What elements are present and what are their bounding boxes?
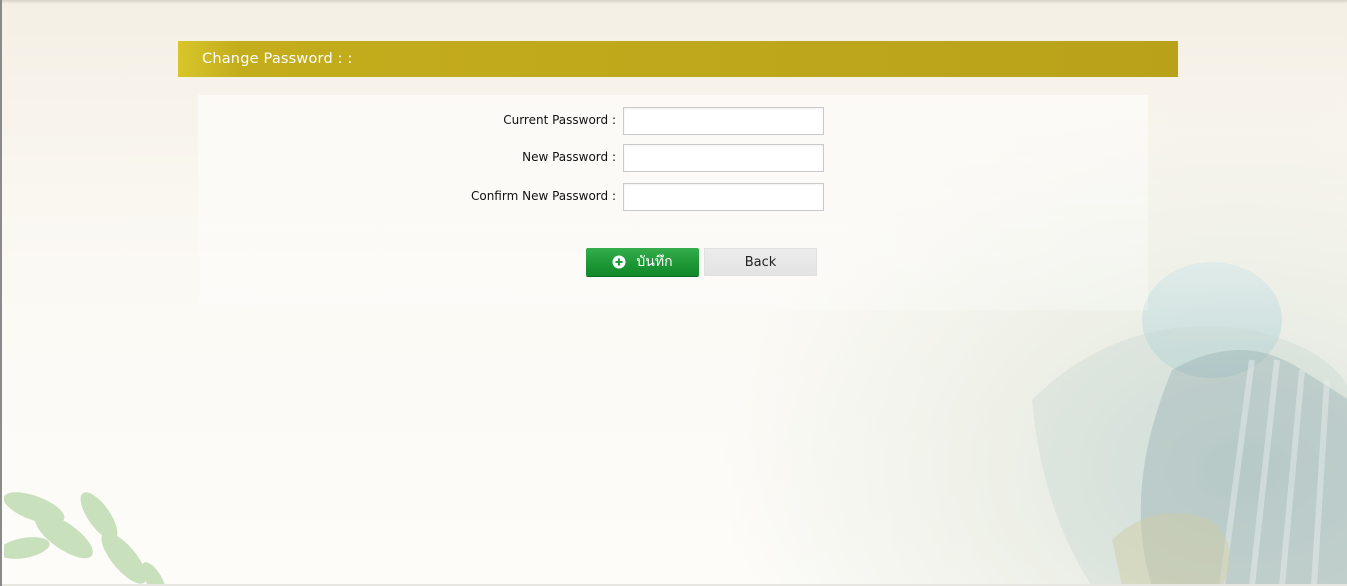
confirm-new-password-input[interactable] — [623, 183, 824, 211]
new-password-label: New Password : — [522, 150, 616, 164]
page-background: Change Password : : Current Password : N… — [0, 0, 1347, 586]
confirm-new-password-row: Confirm New Password : — [402, 183, 832, 211]
save-button[interactable]: บันทึก — [586, 248, 699, 276]
current-password-row: Current Password : — [402, 107, 832, 135]
top-border — [2, 0, 1347, 3]
new-password-row: New Password : — [402, 144, 832, 172]
new-password-input[interactable] — [623, 144, 824, 172]
page-title: Change Password : : — [202, 51, 353, 67]
save-button-label: บันทึก — [636, 254, 673, 270]
page-header-bar: Change Password : : — [178, 41, 1178, 77]
current-password-label: Current Password : — [503, 113, 616, 127]
confirm-new-password-label: Confirm New Password : — [470, 189, 616, 203]
plus-circle-icon — [612, 255, 626, 269]
back-button[interactable]: Back — [704, 248, 817, 276]
current-password-input[interactable] — [623, 107, 824, 135]
leaf-decoration — [4, 492, 167, 586]
